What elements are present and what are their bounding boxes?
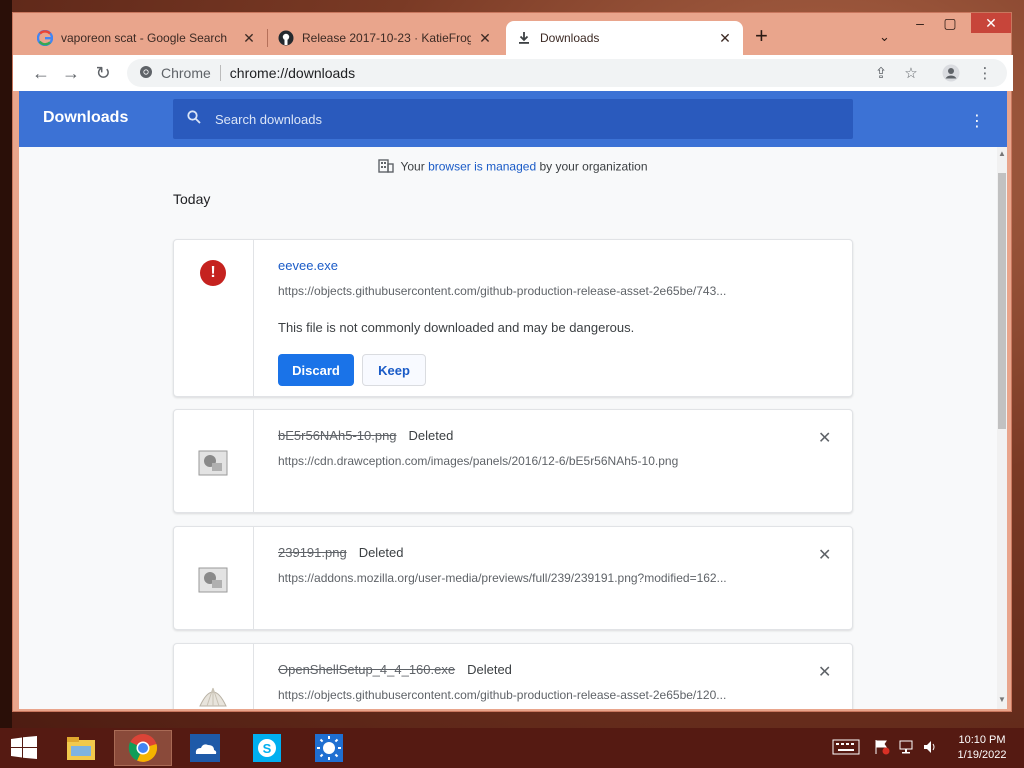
chrome-taskbar-icon[interactable] [114, 730, 172, 766]
file-icon-column [174, 644, 254, 709]
clock-date: 1/19/2022 [957, 749, 1007, 761]
scroll-down-arrow-icon[interactable]: ▼ [997, 695, 1007, 704]
deleted-file-name: bE5r56NAh5-10.png [278, 428, 397, 443]
new-tab-button[interactable]: + [755, 25, 768, 47]
minimize-button[interactable]: – [905, 15, 935, 31]
tab-strip: vaporeon scat - Google Search ✕ Release … [13, 13, 1013, 55]
downloads-list-area: Your browser is managed by your organiza… [19, 147, 1007, 709]
browser-toolbar: ← → ↻ Chrome chrome://downloads ⇪ ☆ ⋮ [13, 55, 1013, 91]
github-icon [278, 30, 294, 46]
profile-avatar-icon[interactable] [941, 64, 961, 82]
managed-notice: Your browser is managed by your organiza… [19, 159, 1007, 176]
window-close-button[interactable]: ✕ [971, 13, 1011, 33]
keyboard-icon[interactable] [832, 739, 860, 758]
download-item-deleted: bE5r56NAh5-10.png Deleted https://cdn.dra… [173, 409, 853, 513]
file-url[interactable]: https://objects.githubusercontent.com/gi… [278, 284, 778, 298]
close-tab-icon[interactable]: ✕ [241, 30, 257, 47]
file-entry: OpenShellSetup_4_4_160.exe Deleted [278, 662, 512, 677]
tab-github-release[interactable]: Release 2017-10-23 · KatieFrogs/... ✕ [268, 21, 503, 55]
file-explorer-taskbar-icon[interactable] [52, 730, 110, 766]
danger-error-icon: ! [200, 260, 226, 286]
building-icon [378, 159, 395, 176]
search-placeholder: Search downloads [215, 111, 322, 127]
download-item-deleted: 239191.png Deleted https://addons.mozilla… [173, 526, 853, 630]
tab-google-search[interactable]: vaporeon scat - Google Search ✕ [27, 21, 267, 55]
file-url[interactable]: https://objects.githubusercontent.com/gi… [278, 688, 778, 702]
browser-managed-link[interactable]: browser is managed [428, 160, 536, 174]
scrollbar-thumb[interactable] [998, 173, 1006, 429]
tab-label: vaporeon scat - Google Search [61, 31, 228, 45]
deleted-status: Deleted [467, 662, 512, 677]
scroll-up-arrow-icon[interactable]: ▲ [997, 149, 1007, 158]
close-tab-icon[interactable]: ✕ [717, 30, 733, 47]
chrome-icon [139, 65, 153, 82]
chrome-window: vaporeon scat - Google Search ✕ Release … [12, 12, 1013, 712]
download-item-deleted: OpenShellSetup_4_4_160.exe Deleted https:… [173, 643, 853, 709]
omnibox-divider [219, 65, 221, 81]
file-url[interactable]: https://cdn.drawception.com/images/panel… [278, 454, 778, 468]
file-icon-column [174, 410, 254, 512]
downloads-header: Downloads Search downloads ⋮ [19, 91, 1007, 147]
clock-time: 10:10 PM [958, 734, 1006, 746]
vertical-scrollbar[interactable]: ▲ ▼ [997, 147, 1007, 709]
tab-label: Downloads [540, 31, 600, 45]
search-icon [187, 109, 201, 129]
forward-arrow-icon[interactable]: → [61, 63, 81, 83]
skype-taskbar-icon[interactable]: S [238, 730, 296, 766]
bookmark-star-icon[interactable]: ☆ [901, 64, 921, 82]
broken-image-file-icon [198, 567, 228, 593]
system-clock[interactable]: 10:10 PM 1/19/2022 [950, 733, 1014, 763]
google-g-icon [37, 30, 53, 46]
file-icon-column: ! [174, 240, 254, 396]
site-chip: Chrome [161, 65, 211, 81]
windows-start-button[interactable] [10, 736, 38, 760]
volume-speaker-icon[interactable] [922, 739, 938, 758]
managed-prefix: Your [400, 159, 429, 174]
deleted-file-name: 239191.png [278, 545, 347, 560]
file-name-link[interactable]: eevee.exe [278, 258, 338, 273]
back-arrow-icon[interactable]: ← [31, 63, 51, 83]
action-center-flag-icon[interactable] [874, 739, 890, 758]
deleted-status: Deleted [358, 545, 404, 560]
reload-icon[interactable]: ↻ [93, 63, 113, 83]
download-item-dangerous: ! eevee.exe https://objects.githubuserco… [173, 239, 853, 397]
desktop-edge [0, 0, 12, 730]
tab-label: Release 2017-10-23 · KatieFrogs/... [302, 31, 471, 45]
chrome-menu-kebab-icon[interactable]: ⋮ [975, 64, 995, 82]
remove-from-list-icon[interactable]: ✕ [818, 428, 831, 448]
file-icon-column [174, 527, 254, 629]
date-heading: Today [173, 191, 211, 207]
remove-from-list-icon[interactable]: ✕ [818, 662, 831, 682]
broken-image-file-icon [198, 450, 228, 476]
keep-button[interactable]: Keep [362, 354, 426, 386]
danger-warning-text: This file is not commonly downloaded and… [278, 320, 635, 335]
onedrive-taskbar-icon[interactable] [176, 730, 234, 766]
file-entry: bE5r56NAh5-10.png Deleted [278, 428, 453, 443]
download-icon [516, 30, 532, 46]
tab-downloads[interactable]: Downloads ✕ [506, 21, 743, 55]
tab-search-chevron-icon[interactable]: ⌄ [879, 29, 890, 45]
managed-suffix: by your organization [536, 159, 648, 174]
downloads-menu-kebab-icon[interactable]: ⋮ [969, 111, 985, 131]
deleted-status: Deleted [408, 428, 454, 443]
shell-file-icon [198, 684, 228, 709]
page-title: Downloads [43, 109, 129, 126]
network-icon[interactable] [898, 739, 914, 758]
share-icon[interactable]: ⇪ [871, 64, 891, 82]
discard-button[interactable]: Discard [278, 354, 354, 386]
deleted-file-name: OpenShellSetup_4_4_160.exe [278, 662, 456, 677]
svg-text:S: S [263, 741, 272, 756]
file-url[interactable]: https://addons.mozilla.org/user-media/pr… [278, 571, 778, 585]
file-entry: 239191.png Deleted [278, 545, 404, 560]
close-tab-icon[interactable]: ✕ [477, 30, 493, 47]
remove-from-list-icon[interactable]: ✕ [818, 545, 831, 565]
search-downloads-field[interactable]: Search downloads [173, 99, 853, 139]
windows-taskbar: S 10:10 PM 1/19/2022 [0, 728, 1024, 768]
url-text: chrome://downloads [229, 65, 356, 81]
maximize-button[interactable]: ▢ [935, 15, 965, 32]
weather-sun-taskbar-icon[interactable] [300, 730, 358, 766]
